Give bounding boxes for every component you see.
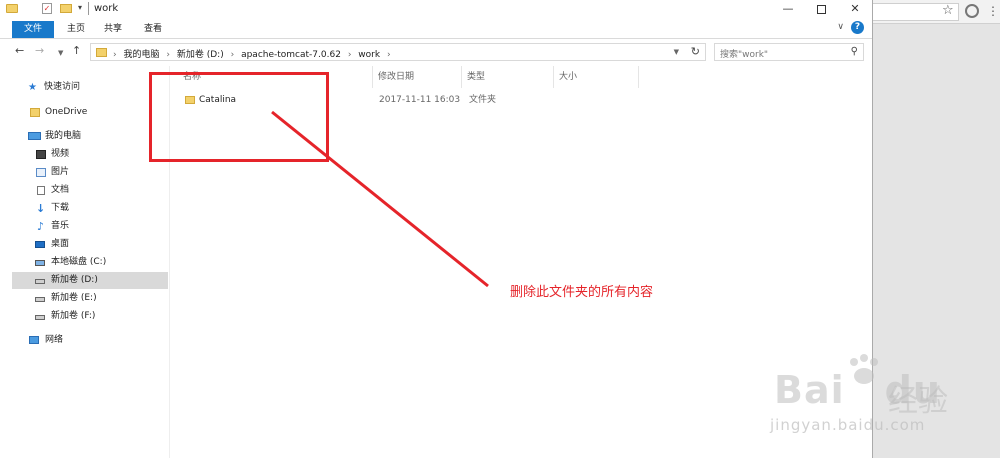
watermark-product: 经验 (888, 384, 948, 419)
baidu-watermark: Bai du 经验 jingyan.baidu.com (762, 354, 998, 458)
watermark-url: jingyan.baidu.com (770, 416, 926, 434)
annotation-label: 删除此文件夹的所有内容 (510, 285, 654, 300)
annotation-highlight-box (149, 72, 329, 162)
